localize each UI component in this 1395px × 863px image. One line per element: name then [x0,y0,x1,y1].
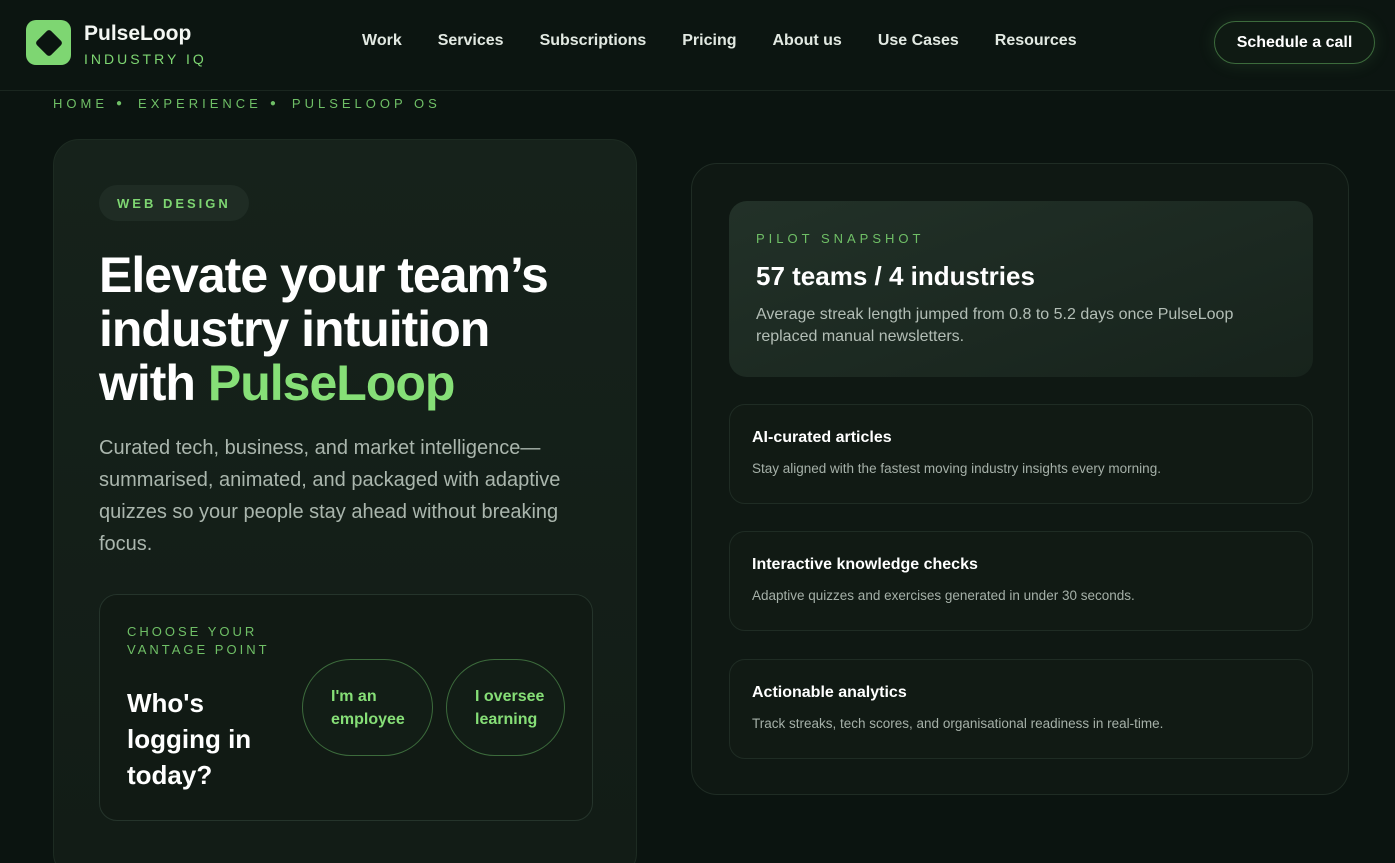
nav-item-pricing[interactable]: Pricing [664,30,754,52]
nav-item-services[interactable]: Services [420,30,522,52]
pilot-snapshot-card: PILOT SNAPSHOT 57 teams / 4 industries A… [729,201,1313,377]
hero-description: Curated tech, business, and market intel… [99,437,561,555]
feature-card-knowledge-checks: Interactive knowledge checks Adaptive qu… [729,531,1313,631]
breadcrumb-home[interactable]: HOME [53,96,108,111]
site-header: PulseLoop INDUSTRY IQ Work Services Subs… [0,0,1395,91]
headline-line-1: Elevate your team’s [99,247,549,303]
breadcrumb-current: PULSELOOP OS [291,96,441,111]
vantage-question: Who's logging in today? [127,688,252,790]
nav-item-resources[interactable]: Resources [977,30,1095,52]
feature-body: Track streaks, tech scores, and organisa… [752,716,1164,731]
headline-accent: PulseLoop [207,355,456,411]
nav-item-subscriptions[interactable]: Subscriptions [522,30,665,52]
breadcrumb-experience[interactable]: EXPERIENCE [138,96,262,111]
vantage-selector: CHOOSE YOUR VANTAGE POINT Who's logging … [99,594,593,821]
brand-name[interactable]: PulseLoop [84,22,191,46]
vantage-eyebrow: CHOOSE YOUR VANTAGE POINT [127,624,270,657]
hero-card: WEB DESIGN Elevate your team’s industry … [53,139,637,863]
headline-line-2: industry intuition [99,301,490,357]
feature-title: AI-curated articles [752,429,892,446]
headline-line-3-prefix: with [99,355,208,411]
employee-choice-button[interactable]: I'm an employee [302,659,433,756]
nav-item-about-us[interactable]: About us [754,30,859,52]
oversee-learning-choice-button[interactable]: I oversee learning [446,659,565,756]
logo[interactable] [26,20,71,65]
feature-title: Interactive knowledge checks [752,556,978,573]
main-nav: Work Services Subscriptions Pricing Abou… [344,30,1095,52]
schedule-call-button[interactable]: Schedule a call [1214,21,1375,64]
feature-title: Actionable analytics [752,684,907,701]
nav-item-use-cases[interactable]: Use Cases [860,30,977,52]
snapshot-body: Average streak length jumped from 0.8 to… [756,306,1234,345]
snapshot-title: 57 teams / 4 industries [756,261,1035,291]
feature-body: Stay aligned with the fastest moving ind… [752,461,1161,476]
page-title: Elevate your team’s industry intuition w… [99,248,619,410]
breadcrumb: HOME ● EXPERIENCE ● PULSELOOP OS [53,96,441,111]
nav-item-work[interactable]: Work [344,30,420,52]
brand-subtitle: INDUSTRY IQ [84,51,207,67]
feature-card-analytics: Actionable analytics Track streaks, tech… [729,659,1313,759]
features-panel: PILOT SNAPSHOT 57 teams / 4 industries A… [691,163,1349,795]
snapshot-eyebrow: PILOT SNAPSHOT [756,231,925,246]
diamond-icon [34,28,63,57]
category-pill: WEB DESIGN [99,185,249,221]
feature-body: Adaptive quizzes and exercises generated… [752,588,1135,603]
feature-card-ai-curated: AI-curated articles Stay aligned with th… [729,404,1313,504]
breadcrumb-separator: ● [269,98,280,109]
breadcrumb-separator: ● [116,98,127,109]
